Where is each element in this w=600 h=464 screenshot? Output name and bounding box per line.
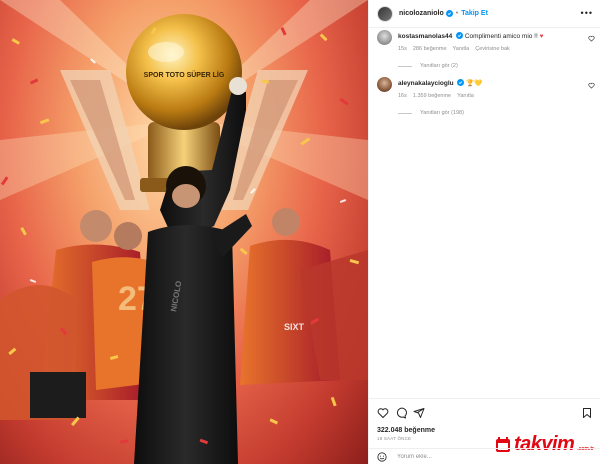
author-username[interactable]: nicolozaniolo [399,10,444,17]
celebration-artwork: SPOR TOTO SÜPER LİG 27 SIXT NICOLO [0,0,368,464]
comment-like-heart-icon[interactable] [588,35,595,42]
verified-badge-icon [445,10,453,17]
comment-likes[interactable]: 1.359 beğenme [413,93,451,99]
reply-button[interactable]: Yanıtla [453,46,470,52]
view-replies-button[interactable]: Yanıtları gör (198) [398,110,595,116]
replies-line [398,65,412,67]
author-avatar[interactable] [377,5,393,22]
more-options-icon[interactable]: ••• [581,9,593,18]
comment-likes[interactable]: 286 beğenme [413,46,447,52]
comment-text-block: aleynakalaycioglu 🏆💛 [398,77,482,88]
likes-count[interactable]: 322.048 beğenme [377,427,435,434]
emoji-smiley-icon[interactable] [377,451,387,462]
commenter-avatar[interactable] [377,30,392,45]
post-image[interactable]: SPOR TOTO SÜPER LİG 27 SIXT NICOLO [0,0,368,464]
view-replies-button[interactable]: Yanıtları gör (2) [398,63,595,69]
like-heart-icon[interactable] [377,407,389,419]
teammates-right: SIXT [240,208,368,385]
post-timestamp: 18 SAAT ÖNCE [377,436,412,441]
trophy-text: SPOR TOTO SÜPER LİG [144,70,225,79]
comment-time[interactable]: 16s [398,93,407,99]
commenter-avatar[interactable] [377,77,392,92]
comment-body: Complimenti amico mio !! [464,33,540,40]
comment-like-heart-icon[interactable] [588,82,595,89]
heart-emoji: ♥ [539,33,544,40]
share-send-icon[interactable] [413,407,425,419]
comment-time[interactable]: 15s [398,46,407,52]
comment-bubble-icon[interactable] [395,407,407,419]
verified-badge-icon [456,32,464,39]
comment-username[interactable]: kostasmanolas44 [398,33,452,40]
reply-button[interactable]: Yanıtla [457,93,474,99]
verified-badge-icon [457,79,465,86]
add-comment-bar [369,448,600,464]
comment-meta: 16s 1.359 beğenme Yanıtla [398,93,595,99]
save-bookmark-icon[interactable] [581,407,593,419]
comment-item: kostasmanolas44 Complimenti amico mio !!… [377,30,595,69]
comment-username[interactable]: aleynakalaycioglu [398,80,454,87]
trophy-heart-emoji: 🏆💛 [466,80,483,87]
comment-item: aleynakalaycioglu 🏆💛 16s 1.359 beğenme Y… [377,77,595,116]
post-header: nicolozaniolo • Takip Et ••• [369,0,600,28]
separator-dot: • [455,10,459,17]
post-side-panel: nicolozaniolo • Takip Et ••• kostasmanol… [368,0,600,464]
action-bar [369,398,600,424]
comment-text-block: kostasmanolas44 Complimenti amico mio !!… [398,30,543,41]
see-translation-button[interactable]: Çevirisine bak [475,46,510,52]
view-replies-label: Yanıtları gör (2) [420,63,458,69]
comment-input[interactable] [397,453,547,460]
replies-line [398,112,412,114]
view-replies-label: Yanıtları gör (198) [420,110,464,116]
follow-button[interactable]: Takip Et [461,10,488,17]
sponsor-text: SIXT [284,322,305,332]
comment-meta: 15s 286 beğenme Yanıtla Çevirisine bak [398,46,595,52]
